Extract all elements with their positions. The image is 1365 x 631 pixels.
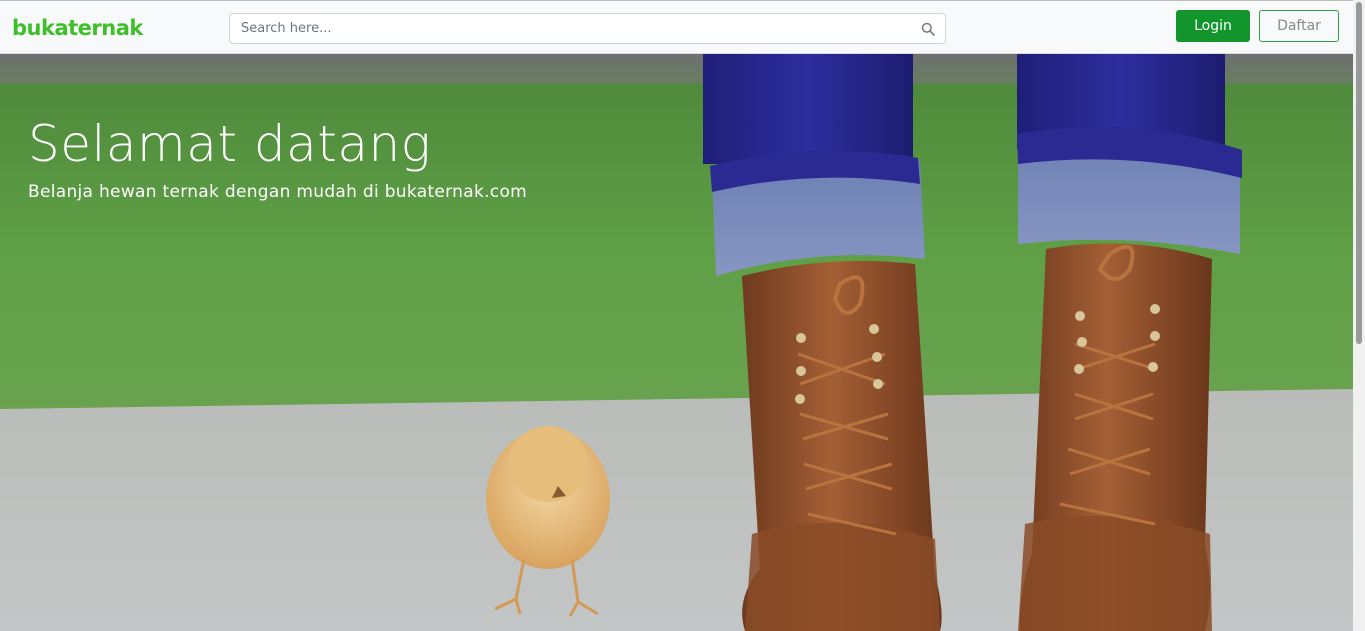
top-navbar: bukaternak Login Daftar	[0, 0, 1353, 54]
hero-banner: Selamat datang Belanja hewan ternak deng…	[0, 54, 1353, 631]
login-button[interactable]: Login	[1176, 10, 1250, 42]
scrollbar-thumb[interactable]	[1356, 2, 1362, 344]
search-input[interactable]	[230, 14, 910, 43]
brand-logo[interactable]: bukaternak	[12, 13, 143, 43]
search-icon[interactable]	[921, 22, 935, 36]
search-box[interactable]	[229, 13, 946, 44]
hero-title: Selamat datang	[28, 115, 432, 173]
hero-subtitle: Belanja hewan ternak dengan mudah di buk…	[28, 182, 528, 202]
register-button[interactable]: Daftar	[1259, 10, 1339, 42]
page-scrollbar[interactable]	[1353, 0, 1365, 631]
page: bukaternak Login Daftar	[0, 0, 1365, 631]
